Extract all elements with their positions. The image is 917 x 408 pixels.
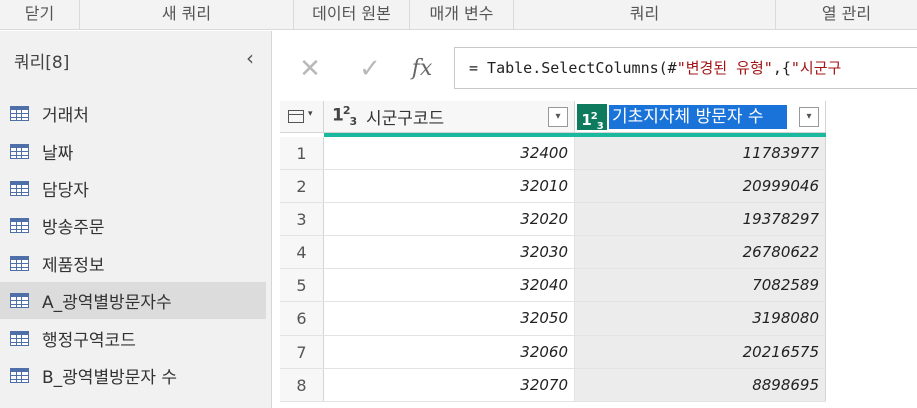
table-icon	[10, 330, 29, 346]
table-icon	[10, 367, 29, 383]
cancel-icon[interactable]: ✕	[290, 47, 330, 91]
query-item-geoRaecheo[interactable]: 거래처	[0, 95, 266, 132]
fx-icon[interactable]: fx	[402, 47, 442, 91]
collapse-pane-icon[interactable]: ‹	[240, 47, 260, 69]
query-list: 거래처 날짜 담당자 방송주문 제품정보 A_광역별방문자수 행정구역코드 B_…	[0, 95, 266, 394]
grid-rows: 1 32400 11783977 2 32010 20999046 3 3202…	[280, 137, 826, 402]
cell-sigungu-code[interactable]: 32020	[324, 203, 575, 236]
cell-visitors[interactable]: 20216575	[575, 335, 826, 368]
formula-string-2: "시군구	[790, 59, 842, 77]
table-row: 4 32030 26780622	[280, 236, 826, 270]
column-name-editing[interactable]: 기초지자체 방문자 수	[609, 105, 787, 129]
column-name: 시군구코드	[366, 109, 445, 129]
table-row: 1 32400 11783977	[280, 137, 826, 171]
chevron-down-icon: ▾	[308, 109, 313, 119]
query-item-a-visitors[interactable]: A_광역별방문자수	[0, 281, 266, 320]
query-item-label: 방송주문	[42, 218, 105, 239]
cell-sigungu-code[interactable]: 32040	[324, 269, 575, 302]
ribbon-group-new-query[interactable]: 새 쿼리	[80, 0, 294, 30]
data-grid: ▾ 123 시군구코드 ▾ 123 기초지자체 방문자 수 ▾ 1 32400 …	[280, 101, 917, 408]
cell-visitors[interactable]: 19378297	[575, 203, 826, 236]
row-number[interactable]: 1	[280, 137, 324, 170]
table-icon	[10, 255, 29, 271]
query-item-date[interactable]: 날짜	[0, 132, 266, 169]
table-row: 5 32040 7082589	[280, 269, 826, 303]
query-item-label: B_광역별방문자 수	[42, 367, 178, 388]
query-item-label: A_광역별방문자수	[42, 293, 172, 314]
row-number[interactable]: 6	[280, 302, 324, 335]
table-row: 2 32010 20999046	[280, 170, 826, 204]
formula-text: = Table.SelectColumns(#	[469, 59, 677, 77]
cell-visitors[interactable]: 8898695	[575, 368, 826, 401]
query-item-admin-code[interactable]: 행정구역코드	[0, 319, 266, 356]
query-item-manager[interactable]: 담당자	[0, 170, 266, 207]
cell-sigungu-code[interactable]: 32050	[324, 302, 575, 335]
whole-number-type-icon[interactable]: 123	[577, 104, 607, 132]
table-menu-corner[interactable]: ▾	[280, 101, 324, 133]
queries-pane-title: 쿼리[8]	[14, 53, 70, 73]
cell-sigungu-code[interactable]: 32070	[324, 368, 575, 401]
table-row: 3 32020 19378297	[280, 203, 826, 237]
formula-text-mid: ,{	[772, 59, 791, 77]
table-icon	[10, 293, 29, 309]
confirm-icon[interactable]: ✓	[350, 47, 390, 91]
column-header-sigungu-code[interactable]: 123 시군구코드 ▾	[324, 101, 575, 133]
table-row: 6 32050 3198080	[280, 302, 826, 336]
cell-sigungu-code[interactable]: 32030	[324, 236, 575, 269]
row-number[interactable]: 8	[280, 368, 324, 401]
query-item-b-visitors[interactable]: B_광역별방문자 수	[0, 357, 266, 394]
row-number[interactable]: 2	[280, 170, 324, 203]
query-item-product-info[interactable]: 제품정보	[0, 245, 266, 282]
table-icon	[10, 106, 29, 122]
ribbon-group-manage-columns[interactable]: 열 관리	[776, 0, 917, 30]
query-item-label: 담당자	[42, 180, 89, 201]
filter-dropdown-icon[interactable]: ▾	[799, 107, 819, 127]
filter-dropdown-icon[interactable]: ▾	[548, 107, 568, 127]
table-row: 8 32070 8898695	[280, 368, 826, 402]
query-item-label: 제품정보	[42, 255, 105, 276]
query-item-label: 거래처	[42, 106, 89, 127]
table-row: 7 32060 20216575	[280, 335, 826, 369]
row-number[interactable]: 4	[280, 236, 324, 269]
table-icon	[10, 218, 29, 234]
cell-sigungu-code[interactable]: 32400	[324, 137, 575, 170]
query-item-label: 행정구역코드	[42, 330, 136, 351]
cell-visitors[interactable]: 20999046	[575, 170, 826, 203]
cell-sigungu-code[interactable]: 32060	[324, 335, 575, 368]
row-number[interactable]: 3	[280, 203, 324, 236]
formula-input[interactable]: = Table.SelectColumns(#"변경된 유형",{"시군구	[454, 47, 917, 89]
cell-visitors[interactable]: 11783977	[575, 137, 826, 170]
table-menu-icon	[288, 110, 304, 123]
query-item-broadcast-order[interactable]: 방송주문	[0, 207, 266, 244]
ribbon-group-query[interactable]: 쿼리	[514, 0, 776, 30]
row-number[interactable]: 5	[280, 269, 324, 302]
row-number[interactable]: 7	[280, 335, 324, 368]
column-header-visitors[interactable]: 123 기초지자체 방문자 수 ▾	[575, 101, 826, 133]
table-icon	[10, 180, 29, 196]
ribbon-group-parameters[interactable]: 매개 변수	[410, 0, 514, 30]
cell-sigungu-code[interactable]: 32010	[324, 170, 575, 203]
cell-visitors[interactable]: 7082589	[575, 269, 826, 302]
formula-bar: ✕ ✓ fx = Table.SelectColumns(#"변경된 유형",{…	[272, 31, 917, 101]
queries-pane: 쿼리[8] ‹ 거래처 날짜 담당자 방송주문 제품정보 A_광역별방문자수 행…	[0, 31, 272, 408]
ribbon-group-close[interactable]: 닫기	[0, 0, 80, 30]
cell-visitors[interactable]: 3198080	[575, 302, 826, 335]
formula-string: "변경된 유형"	[676, 59, 773, 77]
ribbon-group-data-source[interactable]: 데이터 원본	[294, 0, 410, 30]
table-icon	[10, 143, 29, 159]
query-item-label: 날짜	[42, 143, 74, 164]
ribbon: 닫기 새 쿼리 데이터 원본 매개 변수 쿼리 열 관리	[0, 0, 917, 30]
whole-number-type-icon[interactable]: 123	[332, 104, 357, 128]
cell-visitors[interactable]: 26780622	[575, 236, 826, 269]
